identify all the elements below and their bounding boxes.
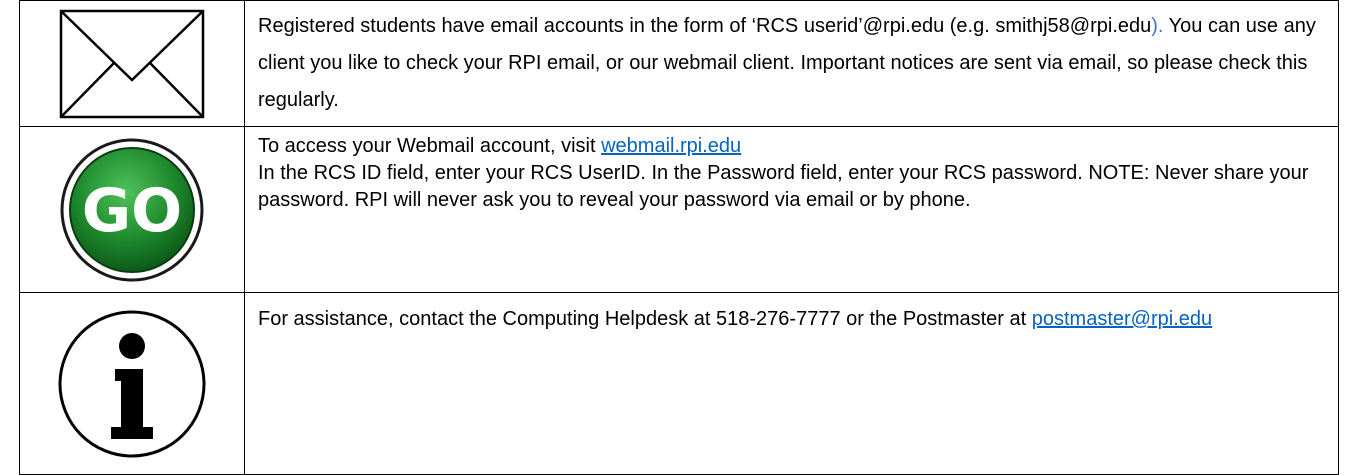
go-icon-label: GO — [82, 176, 182, 246]
email-description: Registered students have email accounts … — [258, 15, 1152, 37]
webmail-intro: To access your Webmail account, visit — [258, 135, 602, 157]
email-row: Registered students have email accounts … — [19, 0, 1339, 127]
webmail-link[interactable]: webmail.rpi.edu — [601, 135, 741, 157]
webmail-row: GO To access your Webmail account, visit… — [19, 126, 1339, 293]
assistance-text: For assistance, contact the Computing He… — [258, 308, 1032, 330]
email-paren: ). — [1151, 15, 1164, 37]
postmaster-link[interactable]: postmaster@rpi.edu — [1032, 308, 1212, 330]
assistance-row: For assistance, contact the Computing He… — [19, 292, 1339, 475]
envelope-icon — [20, 8, 244, 120]
webmail-text-cell: To access your Webmail account, visit we… — [244, 126, 1339, 293]
email-text-cell: Registered students have email accounts … — [244, 0, 1339, 127]
go-icon-cell: GO — [19, 126, 245, 293]
info-table: Registered students have email accounts … — [19, 0, 1339, 475]
email-icon-cell — [19, 0, 245, 127]
info-icon-cell — [19, 292, 245, 475]
info-icon — [20, 309, 244, 459]
go-button-icon: GO — [20, 137, 244, 283]
assistance-text-cell: For assistance, contact the Computing He… — [244, 292, 1339, 475]
webmail-instructions: In the RCS ID field, enter your RCS User… — [258, 162, 1309, 211]
